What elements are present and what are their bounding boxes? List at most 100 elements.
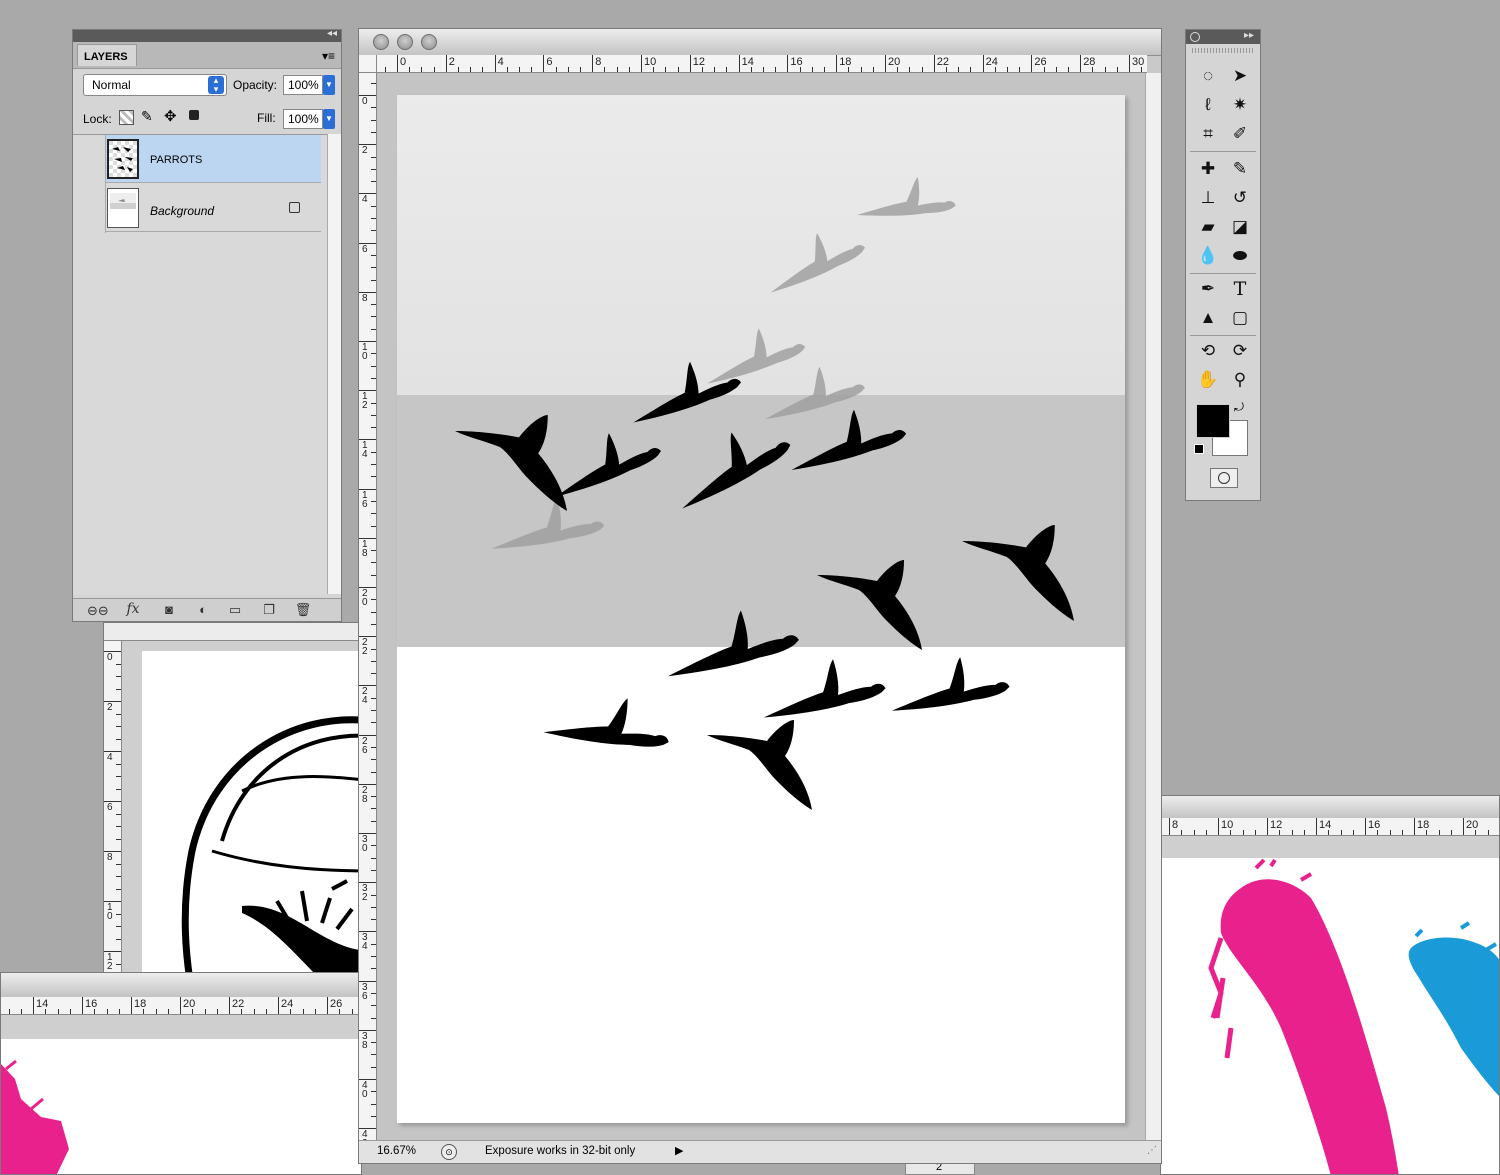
ruler-tick [116,676,121,677]
ruler-label: 22 [936,56,950,68]
vertical-scrollbar[interactable] [1145,73,1161,1143]
lasso-icon[interactable]: ℓ [1194,92,1222,118]
crop-icon[interactable]: ⌗ [1194,121,1222,147]
folder-icon[interactable]: ▭ [225,602,245,618]
expand-icon[interactable]: ▸▸ [1244,30,1254,41]
ruler-tick [351,1009,353,1014]
toolbox-panel[interactable]: ▸▸ ◌ ➤ ℓ ✷ ⌗ ✐ ✚ ✎ ⊥ ↺ ▰ ◪ 💧 ⬬ ✒ T ▲ ▢ ⟲… [1185,29,1261,501]
resize-grip-icon[interactable]: ⋰ [1147,1145,1157,1156]
window-titlebar[interactable] [359,29,1161,56]
swap-colors-icon[interactable]: ⤾ [1234,400,1244,415]
fill-dropdown-button[interactable]: ▼ [323,109,335,129]
close-button[interactable] [373,34,389,50]
sponge-icon[interactable]: ⬬ [1226,243,1254,269]
window-titlebar[interactable] [1161,796,1499,819]
ruler-tick [555,67,557,72]
layers-scrollbar[interactable] [327,134,341,594]
toolbox-grip[interactable] [1192,48,1254,53]
window-titlebar[interactable] [1,973,361,998]
panel-menu-icon[interactable]: ▾≡ [322,49,335,63]
collapse-icon[interactable]: ◂◂ [327,30,337,39]
zoom-level[interactable]: 16.67% [377,1145,416,1157]
magic-wand-icon[interactable]: ✷ [1226,92,1254,118]
3d-rotate-icon[interactable]: ⟲ [1194,338,1222,364]
zoom-icon[interactable]: ⚲ [1226,367,1254,393]
brush-icon[interactable]: ✎ [1226,156,1254,182]
ruler-label: 14 [362,440,368,461]
paint-bucket-icon[interactable]: ◪ [1226,214,1254,240]
eraser-icon[interactable]: ▰ [1194,214,1222,240]
quick-mask-button[interactable] [1210,468,1238,488]
hand-icon[interactable]: ✋ [1194,367,1222,393]
visibility-column[interactable] [73,135,106,233]
document-canvas[interactable] [397,95,1125,1123]
lock-position-icon[interactable]: ✥ [164,107,177,125]
default-colors-icon[interactable] [1194,444,1204,454]
eyedropper-icon[interactable]: ✐ [1226,121,1254,147]
move-icon[interactable]: ➤ [1226,63,1254,89]
marquee-icon[interactable]: ◌ [1194,63,1222,89]
layer-name[interactable]: PARROTS [150,154,202,166]
shape-icon[interactable]: ▢ [1226,305,1254,331]
ruler-horizontal[interactable]: 0 2 4 6 8 10 12 14 16 18 20 22 24 26 28 30 [377,55,1147,73]
lock-transparency-icon[interactable] [119,110,134,125]
ruler-tick [384,67,386,72]
layers-list[interactable]: PARROTS Background [73,134,327,595]
document-canvas[interactable] [142,651,362,981]
ruler-tick [580,67,581,72]
ruler-tick [371,894,376,896]
fx-icon[interactable]: fx [123,601,143,617]
ruler-vertical[interactable]: 024681012141618202224262830323436384042 [359,73,377,1143]
layer-name[interactable]: Background [150,204,214,218]
document-canvas[interactable] [1161,858,1499,1174]
history-brush-icon[interactable]: ↺ [1226,185,1254,211]
layer-row-background[interactable]: Background [105,184,321,232]
ruler-tick [371,660,376,662]
foreground-color-swatch[interactable] [1196,404,1230,438]
parrots-artwork [397,95,1125,1123]
blur-icon[interactable]: 💧 [1194,243,1222,269]
type-icon[interactable]: T [1226,276,1254,302]
minimize-button[interactable] [397,34,413,50]
ruler-tick [116,838,121,840]
doc-window-right[interactable]: 8 10 12 14 16 18 20 [1160,795,1500,1175]
opacity-dropdown-button[interactable]: ▼ [323,75,335,95]
stamp-icon[interactable]: ⊥ [1194,185,1222,211]
document-canvas[interactable] [1,1039,361,1174]
panel-header-bar[interactable]: ◂◂ [73,30,341,42]
lock-all-icon[interactable] [189,110,199,120]
adjustment-icon[interactable]: ◐ [193,602,213,618]
ruler-tick [371,857,376,859]
ruler-label: 10 [107,902,113,922]
opacity-field[interactable]: 100% [283,75,323,95]
new-layer-icon[interactable]: ❐ [259,602,279,618]
panel-close-icon[interactable] [1190,32,1200,42]
healing-icon[interactable]: ✚ [1194,156,1222,182]
doc-window-left[interactable]: 0 2 4 6 8 10 12 [103,622,363,982]
doc-window-bottom-left[interactable]: 14 16 18 20 22 24 26 [0,972,362,1175]
status-menu-icon[interactable]: ⊙ [441,1144,457,1160]
ruler-tick [371,673,376,675]
mask-icon[interactable]: ◙ [159,602,179,618]
ruler-tick [167,1009,169,1014]
layer-row-parrots[interactable]: PARROTS [105,135,321,183]
ruler-label: 6 [362,243,368,255]
ruler-tick [824,67,825,72]
main-document-window[interactable]: 0 2 4 6 8 10 12 14 16 18 20 22 24 26 28 30 0 2 4 6 8 10 12 14 1… [358,28,1162,1164]
link-icon[interactable]: ⊖⊖ [87,603,109,619]
ruler-tick [371,943,376,945]
ruler-tick [371,746,376,748]
zoom-button[interactable] [421,34,437,50]
status-arrow-icon[interactable]: ▶ [675,1144,683,1157]
ruler-origin[interactable] [359,55,377,73]
tab-layers[interactable]: LAYERS [77,44,137,66]
fill-field[interactable]: 100% [283,109,323,129]
toolbox-header[interactable]: ▸▸ [1186,30,1260,44]
lock-pixels-icon[interactable]: ✎ [141,108,153,125]
trash-icon[interactable]: 🗑 [293,602,313,618]
3d-orbit-icon[interactable]: ⟳ [1226,338,1254,364]
layers-panel[interactable]: ◂◂ LAYERS ▾≡ Normal ▴ ▾ Opacity: 100% ▼ L… [72,29,342,622]
pen-icon[interactable]: ✒ [1194,276,1222,302]
blend-mode-select[interactable]: Normal ▴ ▾ [83,74,227,96]
path-select-icon[interactable]: ▲ [1194,305,1222,331]
